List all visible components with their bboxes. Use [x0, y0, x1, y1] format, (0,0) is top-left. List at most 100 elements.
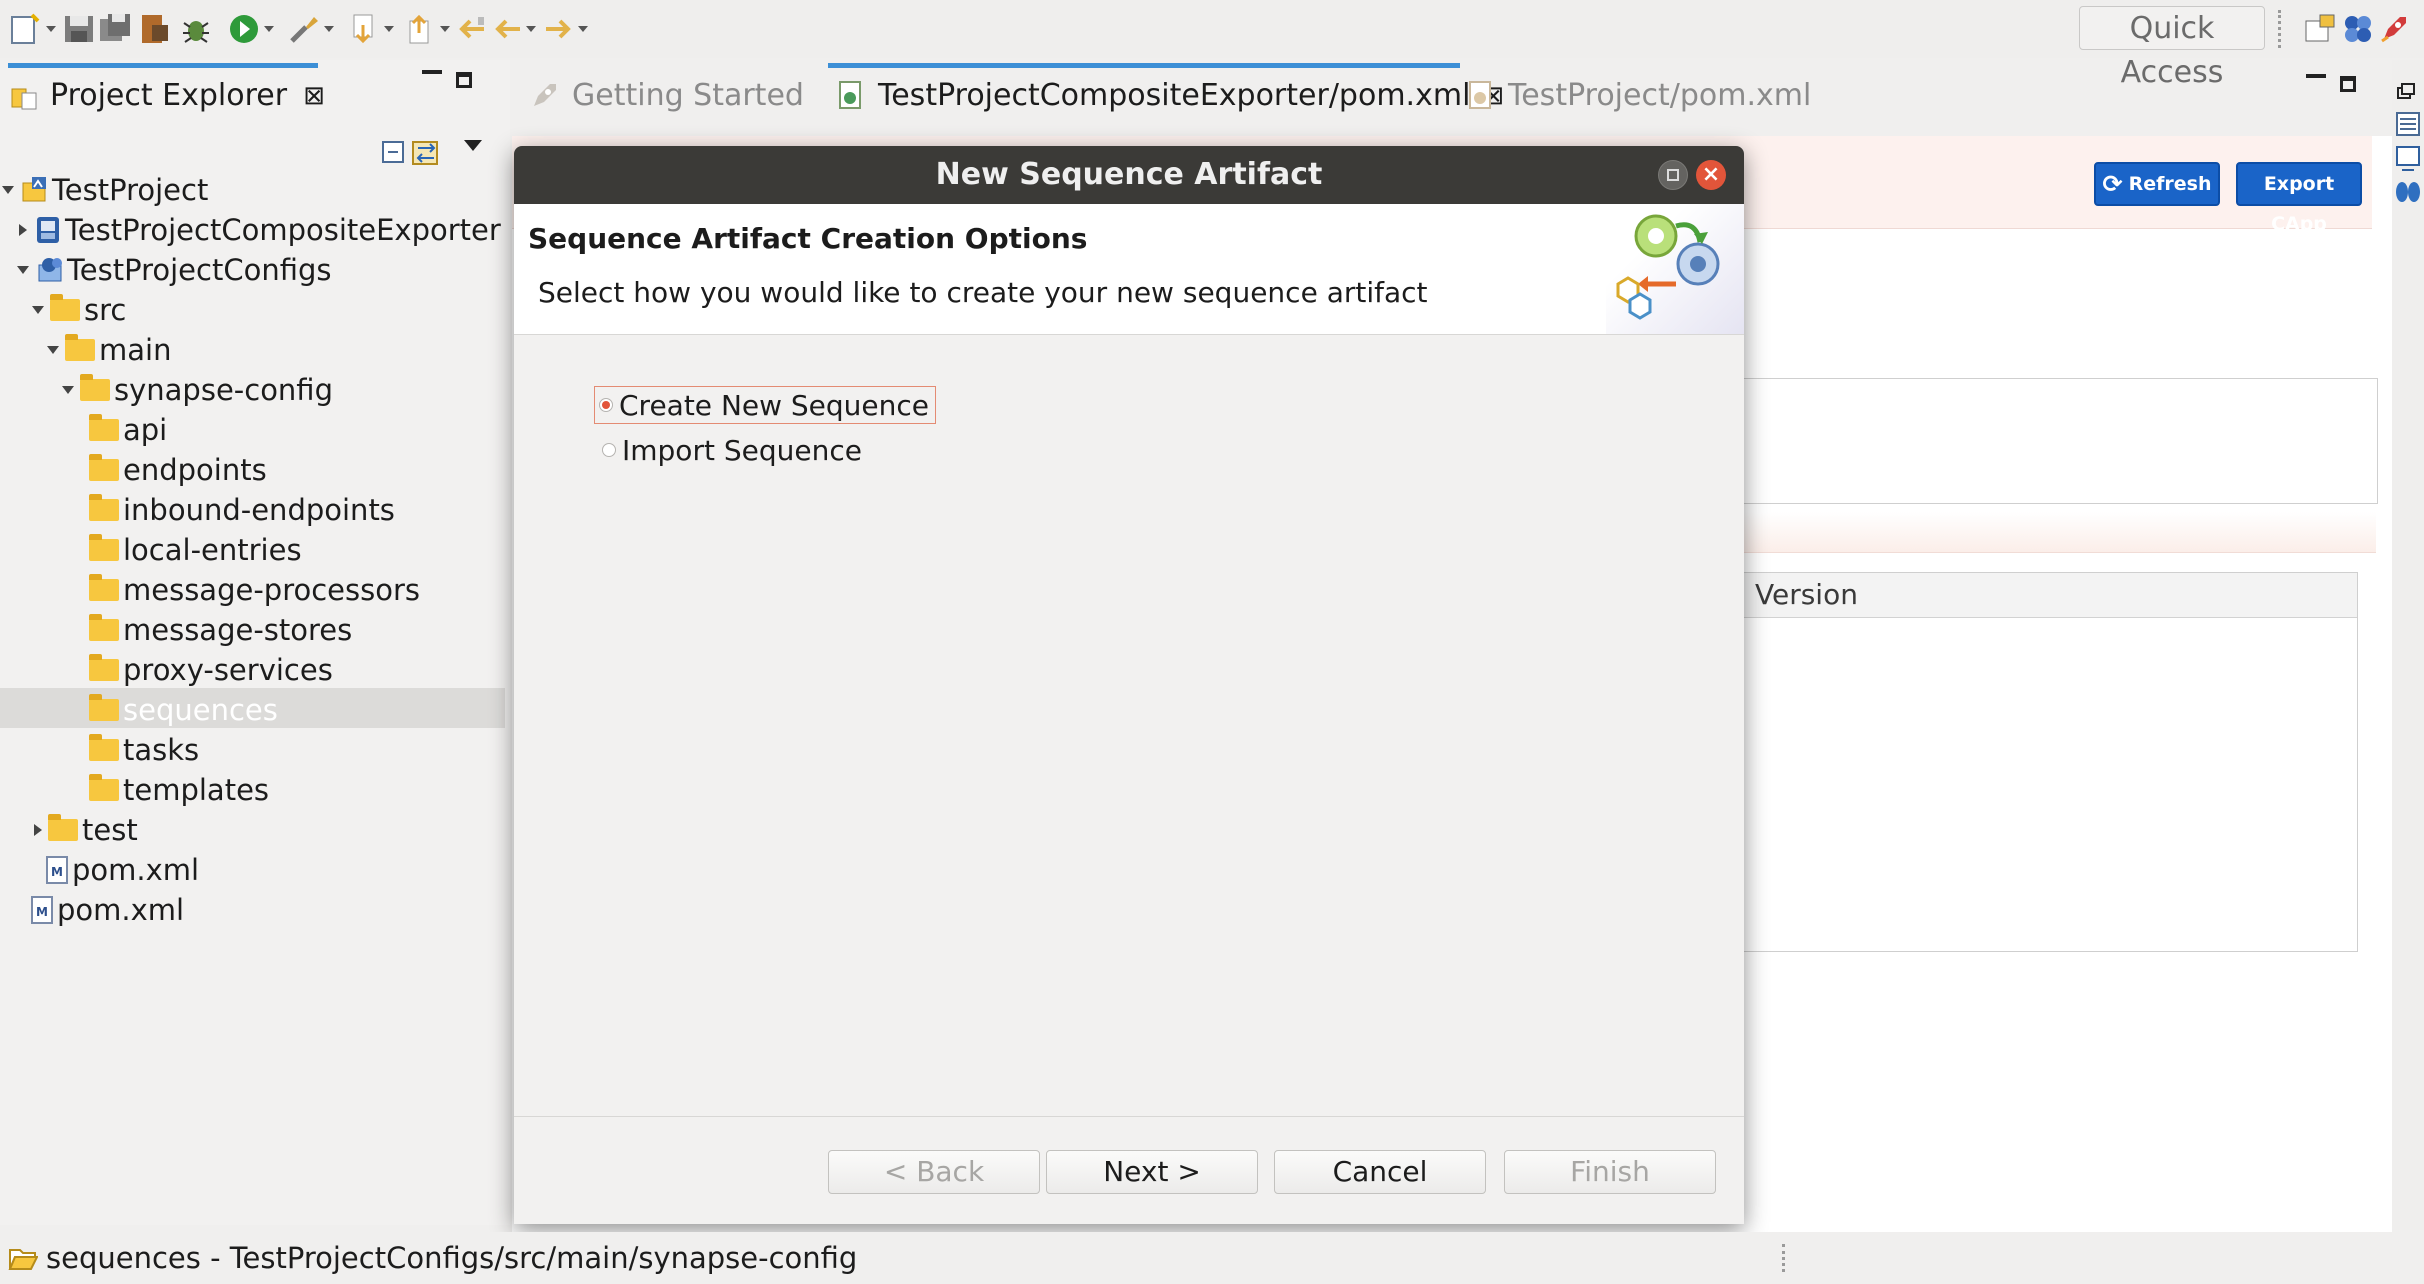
last-edit-location-icon[interactable] — [454, 11, 490, 47]
forward-arrow-icon[interactable] — [540, 11, 576, 47]
folder-icon — [50, 294, 82, 321]
tree-item-label: src — [84, 293, 127, 327]
maximize-view-icon[interactable] — [456, 72, 472, 88]
header-title: Sequence Artifact Creation Options — [528, 222, 1088, 255]
finish-button[interactable]: Finish — [1504, 1150, 1716, 1194]
header-description: Select how you would like to create your… — [538, 276, 1428, 309]
dependencies-table: Version — [1742, 572, 2358, 952]
folder-icon — [89, 614, 121, 641]
close-tab-icon[interactable]: ⊠ — [303, 74, 325, 118]
collapsed-twisty-icon[interactable] — [34, 824, 42, 836]
restore-icon[interactable] — [2396, 82, 2416, 102]
tab-label: TestProject/pom.xml — [1508, 78, 1812, 113]
svg-text:M: M — [51, 865, 63, 879]
expanded-twisty-icon[interactable] — [47, 346, 59, 354]
tree-item-label: sequences — [123, 693, 278, 727]
active-editor-tab-indicator — [828, 63, 1460, 68]
folder-icon — [89, 694, 121, 721]
tree-item[interactable]: templates — [77, 770, 269, 810]
folder-open-icon — [8, 1246, 38, 1270]
tree-item[interactable]: src — [32, 290, 126, 330]
tab-composite-exporter-pom[interactable]: TestProjectCompositeExporter/pom.xml ⊠ — [836, 74, 1504, 118]
import-sequence-option[interactable]: Import Sequence — [598, 432, 868, 468]
create-new-sequence-option[interactable]: Create New Sequence — [594, 386, 937, 424]
outline-view-icon[interactable] — [2394, 110, 2422, 138]
refresh-button[interactable]: ⟳ Refresh — [2094, 162, 2220, 206]
maximize-editor-icon[interactable] — [2340, 76, 2356, 92]
minimize-view-icon[interactable] — [422, 70, 442, 74]
tab-label: Getting Started — [572, 78, 804, 113]
tree-item-label: pom.xml — [57, 893, 185, 927]
tree-item[interactable]: endpoints — [77, 450, 267, 490]
tab-testproject-pom[interactable]: TestProject/pom.xml — [1466, 74, 1811, 118]
composite-exporter-icon — [33, 215, 63, 245]
tree-item-label: tasks — [123, 733, 200, 767]
folder-icon — [89, 654, 121, 681]
open-perspective-icon[interactable] — [2302, 11, 2338, 47]
cancel-button[interactable]: Cancel — [1274, 1150, 1486, 1194]
external-tools-icon[interactable] — [286, 11, 322, 47]
view-menu-icon[interactable] — [464, 140, 482, 151]
expanded-twisty-icon[interactable] — [17, 266, 29, 274]
project-explorer-tab[interactable]: Project Explorer ⊠ — [10, 74, 325, 118]
previous-annotation-icon[interactable] — [402, 11, 438, 47]
expanded-twisty-icon[interactable] — [2, 186, 14, 194]
quick-access-field[interactable]: Quick Access — [2079, 6, 2265, 90]
tree-item[interactable]: TestProjectConfigs — [17, 250, 331, 290]
tree-item[interactable]: inbound-endpoints — [77, 490, 395, 530]
back-arrow-icon[interactable] — [490, 11, 526, 47]
save-icon[interactable] — [62, 11, 98, 47]
version-column-header: Version — [1755, 578, 1858, 611]
developer-studio-perspective-icon[interactable] — [2340, 11, 2376, 47]
folder-icon — [80, 374, 112, 401]
maven-file-icon: M — [44, 855, 70, 885]
tree-item[interactable]: proxy-services — [77, 650, 333, 690]
main-toolbar: Quick Access — [0, 0, 2424, 90]
tree-item[interactable]: sequences — [77, 690, 278, 730]
button-bar-divider — [514, 1116, 1744, 1117]
next-button[interactable]: Next > — [1046, 1150, 1258, 1194]
expanded-twisty-icon[interactable] — [62, 386, 74, 394]
server-icon[interactable] — [138, 11, 174, 47]
tree-item[interactable]: Mpom.xml — [17, 890, 184, 930]
tree-item[interactable]: tasks — [77, 730, 199, 770]
tree-item-label: templates — [123, 773, 270, 807]
project-details-box — [1742, 378, 2378, 504]
tree-item[interactable]: message-stores — [77, 610, 352, 650]
debug-icon[interactable] — [178, 11, 214, 47]
tree-item[interactable]: main — [47, 330, 171, 370]
rocket-perspective-icon[interactable] — [2376, 11, 2412, 47]
close-dialog-icon[interactable]: × — [1696, 160, 1726, 190]
export-capp-button[interactable]: Export CApp — [2236, 162, 2362, 235]
tree-item[interactable]: TestProjectCompositeExporter — [17, 210, 501, 250]
back-button[interactable]: < Back — [828, 1150, 1040, 1194]
tree-item[interactable]: test — [32, 810, 138, 850]
servers-view-icon[interactable] — [2394, 176, 2422, 204]
refresh-icon: ⟳ — [2102, 170, 2123, 198]
tree-item[interactable]: api — [77, 410, 167, 450]
collapse-all-icon[interactable] — [380, 136, 410, 166]
tree-item-label: TestProject — [52, 173, 209, 207]
collapsed-twisty-icon[interactable] — [19, 224, 27, 236]
run-icon[interactable] — [226, 11, 262, 47]
tree-item-label: test — [82, 813, 138, 847]
expanded-twisty-icon[interactable] — [32, 306, 44, 314]
minimize-editor-icon[interactable] — [2306, 74, 2326, 78]
tree-item[interactable]: message-processors — [77, 570, 420, 610]
section-divider — [1742, 512, 2376, 553]
right-trim-bar — [2392, 60, 2424, 1230]
maximize-dialog-icon[interactable] — [1658, 160, 1688, 190]
tree-item[interactable]: Mpom.xml — [32, 850, 199, 890]
console-view-icon[interactable] — [2394, 144, 2422, 172]
tree-item[interactable]: local-entries — [77, 530, 302, 570]
link-with-editor-icon[interactable] — [410, 134, 444, 168]
next-annotation-icon[interactable] — [346, 11, 382, 47]
option-label: Create New Sequence — [619, 388, 930, 422]
folder-icon — [89, 534, 121, 561]
save-all-icon[interactable] — [98, 11, 134, 47]
tab-label: TestProjectCompositeExporter/pom.xml — [878, 78, 1471, 113]
tree-item[interactable]: TestProject — [2, 170, 208, 210]
tree-item[interactable]: synapse-config — [62, 370, 333, 410]
new-file-icon[interactable] — [8, 11, 44, 47]
tab-getting-started[interactable]: Getting Started — [528, 74, 804, 118]
